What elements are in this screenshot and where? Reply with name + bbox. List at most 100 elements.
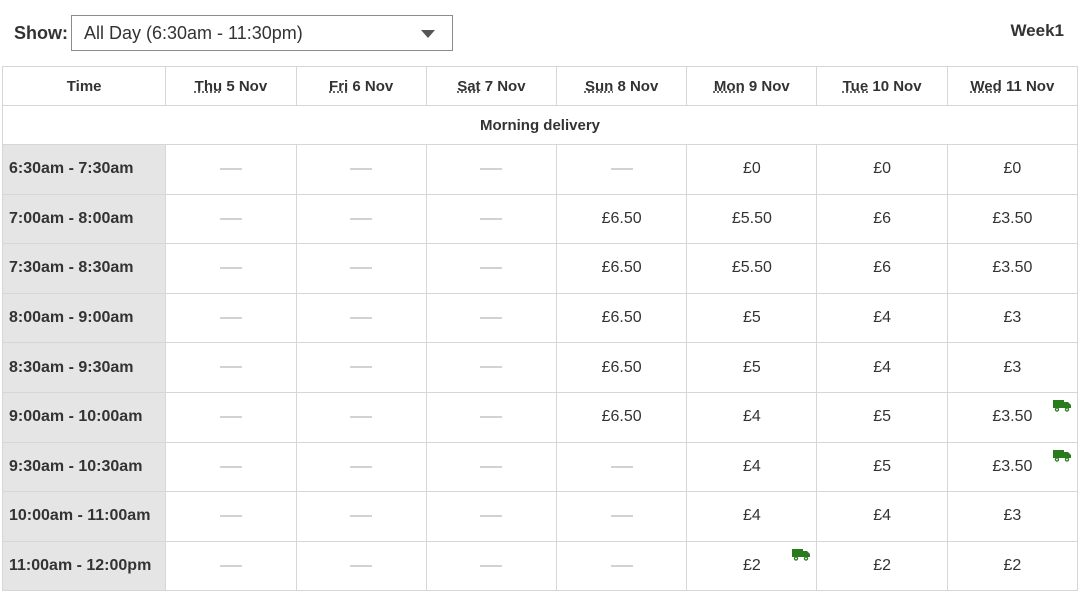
slot-unavailable: [295, 391, 427, 443]
dash-icon: [219, 515, 242, 518]
slot-price: £3.50: [992, 457, 1033, 475]
slot-price-cell[interactable]: £5: [686, 292, 818, 344]
dash-icon: [480, 465, 503, 468]
slot-time: 6:30am - 7:30am: [1, 144, 167, 195]
dash-icon: [219, 168, 242, 171]
day-date: 7 Nov: [480, 77, 526, 95]
dash-icon: [480, 316, 503, 319]
slot-price: £6.50: [601, 309, 642, 327]
table-row: 6:30am - 7:30am £0 £0 £0: [1, 144, 1079, 195]
slot-price-cell[interactable]: £5.50: [686, 243, 818, 294]
dash-icon: [480, 366, 503, 369]
slot-price-cell[interactable]: £5.50: [686, 193, 818, 245]
slot-price-cell[interactable]: £4: [686, 441, 818, 493]
slot-unavailable: [165, 292, 297, 344]
slot-price-cell[interactable]: £6.50: [555, 292, 688, 344]
slot-price: £6.50: [601, 408, 642, 426]
slot-price-cell[interactable]: £0: [946, 144, 1079, 195]
slot-price-cell[interactable]: £2: [686, 540, 818, 591]
slot-time: 10:00am - 11:00am: [1, 491, 167, 542]
slot-price-cell[interactable]: £4: [686, 491, 818, 542]
slot-price-cell[interactable]: £4: [686, 391, 818, 443]
dash-icon: [219, 564, 242, 567]
dash-icon: [350, 168, 373, 171]
slot-price-cell[interactable]: £6: [816, 243, 948, 294]
dash-icon: [350, 267, 373, 270]
dash-icon: [350, 515, 373, 518]
slot-price-cell[interactable]: £2: [946, 540, 1079, 591]
truck-icon: [792, 548, 811, 561]
dash-icon: [610, 564, 633, 567]
slot-price-cell[interactable]: £6.50: [555, 342, 688, 393]
slot-unavailable: [295, 292, 427, 344]
chevron-down-icon: [421, 30, 435, 38]
slot-price: £5.50: [731, 209, 772, 227]
slot-price: £4: [873, 358, 891, 376]
slot-price-cell[interactable]: £4: [816, 491, 948, 542]
slot-price: £2: [873, 557, 891, 575]
slot-price-cell[interactable]: £6.50: [555, 193, 688, 245]
slot-unavailable: [425, 540, 558, 591]
slot-price-cell[interactable]: £3: [946, 491, 1079, 542]
slot-price-cell[interactable]: £4: [816, 342, 948, 393]
dash-icon: [610, 515, 633, 518]
slot-unavailable: [165, 144, 297, 195]
slot-unavailable: [555, 540, 688, 591]
slot-unavailable: [165, 342, 297, 393]
table-header-row: Time Thu 5 Nov Fri 6 Nov Sat 7 Nov Sun 8 No…: [1, 66, 1079, 106]
slot-price: £0: [873, 160, 891, 178]
day-header-fri: Fri 6 Nov: [295, 66, 427, 106]
slot-price-cell[interactable]: £0: [686, 144, 818, 195]
slot-unavailable: [165, 193, 297, 245]
show-select[interactable]: All Day (6:30am - 11:30pm): [71, 15, 453, 51]
slot-price-cell[interactable]: £3.50: [946, 193, 1079, 245]
dash-icon: [219, 316, 242, 319]
dash-icon: [480, 416, 503, 419]
day-abbr: Fri: [329, 77, 349, 95]
slot-price: £4: [742, 457, 761, 475]
day-date: 11 Nov: [1001, 77, 1055, 95]
slot-price: £4: [873, 507, 891, 525]
dash-icon: [219, 366, 242, 369]
slot-price: £5.50: [731, 259, 772, 277]
slot-price-cell[interactable]: £6: [816, 193, 948, 245]
day-header-mon: Mon 9 Nov: [686, 66, 818, 106]
section-row: Morning delivery: [2, 105, 1078, 145]
slot-price-cell[interactable]: £4: [816, 292, 948, 344]
slot-price-cell[interactable]: £5: [816, 391, 948, 443]
day-date: 10 Nov: [868, 77, 922, 95]
slot-unavailable: [295, 441, 427, 493]
table-row: 7:30am - 8:30am £6.50 £5.50 £6 £3.50: [1, 243, 1079, 294]
dash-icon: [219, 465, 242, 468]
slot-price-cell[interactable]: £3.50: [946, 441, 1079, 493]
dash-icon: [219, 416, 242, 419]
slot-price-cell[interactable]: £5: [686, 342, 818, 393]
day-date: 6 Nov: [348, 77, 394, 95]
dash-icon: [350, 316, 373, 319]
slot-unavailable: [165, 391, 297, 443]
dash-icon: [480, 267, 503, 270]
slot-price: £3.50: [992, 408, 1033, 426]
slot-price-cell[interactable]: £3: [946, 292, 1079, 344]
truck-icon: [1053, 449, 1071, 462]
slot-price-cell[interactable]: £3: [946, 342, 1079, 393]
slot-price-cell[interactable]: £3.50: [946, 243, 1079, 294]
dash-icon: [610, 168, 633, 171]
slot-unavailable: [425, 491, 558, 542]
slot-unavailable: [555, 441, 688, 493]
slot-price-cell[interactable]: £3.50: [946, 391, 1079, 443]
week-label: Week1: [1010, 21, 1064, 40]
slot-unavailable: [295, 144, 427, 195]
slot-price-cell[interactable]: £6.50: [555, 391, 688, 443]
slot-price-cell[interactable]: £5: [816, 441, 948, 493]
show-select-value: All Day (6:30am - 11:30pm): [84, 23, 303, 43]
slot-price-cell[interactable]: £0: [816, 144, 948, 195]
dash-icon: [480, 564, 503, 567]
dash-icon: [350, 465, 373, 468]
slot-time: 7:00am - 8:00am: [1, 193, 167, 245]
slot-price-cell[interactable]: £6.50: [555, 243, 688, 294]
slot-unavailable: [425, 342, 558, 393]
dash-icon: [350, 366, 373, 369]
day-date: 9 Nov: [744, 77, 790, 95]
slot-price-cell[interactable]: £2: [816, 540, 948, 591]
